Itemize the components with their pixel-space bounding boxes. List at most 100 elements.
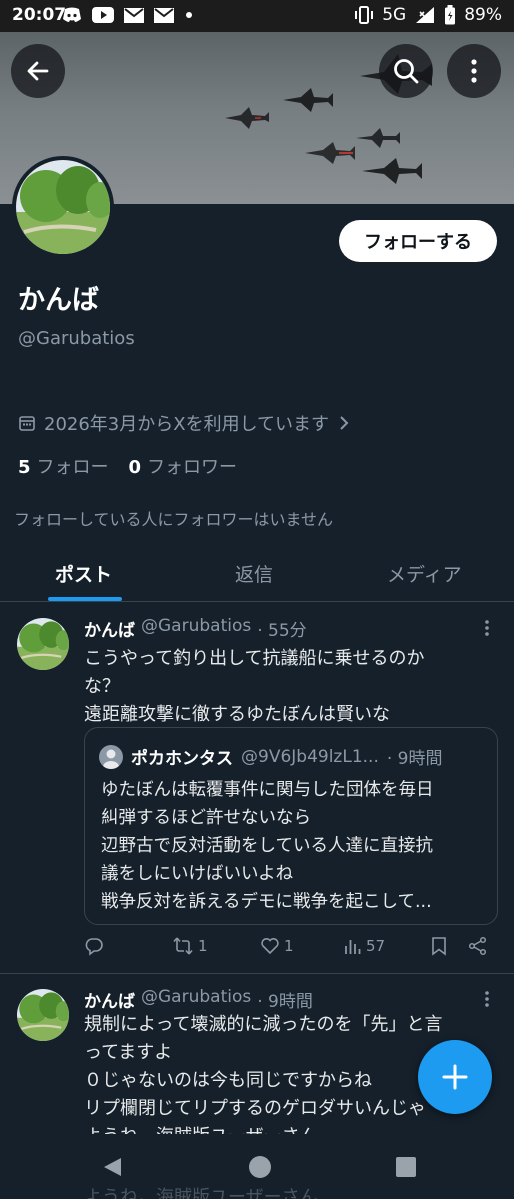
views-button[interactable]: 57 (344, 936, 385, 956)
nav-home-icon[interactable] (248, 1155, 272, 1179)
notification-icons (62, 7, 194, 23)
profile-tabs: ポスト 返信 メディア (0, 550, 514, 602)
repost-button[interactable]: 1 (172, 936, 208, 956)
search-button[interactable] (379, 44, 433, 98)
post-line: ようね。海賊版ユーザーさん (84, 1123, 443, 1134)
post-avatar[interactable] (17, 989, 69, 1041)
post-avatar[interactable] (17, 618, 69, 670)
jet-image (362, 158, 422, 184)
compose-post-button[interactable] (418, 1040, 492, 1114)
status-bar: 20:07 5G 89% (0, 0, 514, 32)
reply-icon (85, 938, 103, 956)
signal-icon (416, 7, 435, 23)
share-icon (468, 936, 487, 956)
more-options-button[interactable] (447, 44, 501, 98)
post-body: 規制によって壊滅的に減ったのを「先」と言 ってますよ ０じゃないのは今も同じです… (84, 1011, 443, 1134)
followers-link[interactable]: 0 フォロワー (129, 453, 238, 479)
post-line: こうやって釣り出して抗議船に乗せるのか (84, 648, 425, 669)
arrow-left-icon (27, 61, 49, 81)
followers-label: フォロワー (147, 457, 238, 478)
bookmark-icon (432, 937, 446, 956)
tab-posts[interactable]: ポスト (55, 560, 112, 587)
post-line: リプ欄閉じてリプするのゲロダサいんじゃ (84, 1098, 426, 1119)
quoted-post-header: ポカホンタス @9V6Jb49lzL1... · 9時間 (99, 744, 442, 769)
jet-image (305, 142, 355, 164)
dot-icon (186, 12, 192, 18)
followers-count: 0 (128, 457, 142, 478)
views-icon (345, 940, 361, 954)
post-header: かんば @Garubatios · 55分 (84, 616, 307, 641)
heart-icon (261, 938, 279, 955)
share-button[interactable] (468, 936, 488, 956)
back-button[interactable] (11, 44, 65, 98)
search-icon (394, 59, 419, 84)
reply-button[interactable] (84, 936, 104, 956)
repost-count: 1 (198, 937, 208, 955)
quoted-line: 議をしにいけばいいよね (101, 864, 294, 884)
post-author-handle[interactable]: @Garubatios (141, 987, 251, 1012)
post-header: かんば @Garubatios · 9時間 (84, 987, 313, 1012)
tab-replies[interactable]: 返信 (235, 560, 273, 587)
post-line: ってますよ (84, 1042, 173, 1063)
view-count: 57 (366, 937, 386, 955)
post-line: 規制によって壊滅的に減ったのを「先」と言 (84, 1014, 443, 1035)
calendar-icon (19, 416, 35, 431)
post-actions: 1 1 57 (84, 936, 498, 964)
post-more-icon[interactable] (483, 990, 491, 1008)
post-body: こうやって釣り出して抗議船に乗せるのか な？ 遠距離攻撃に徹するゆたぼんは賢いな (84, 645, 425, 729)
post-more-icon[interactable] (483, 619, 491, 637)
profile-avatar[interactable] (12, 156, 114, 258)
post-line: な？ (84, 676, 120, 697)
vibrate-icon (355, 6, 374, 24)
post-author-name[interactable]: かんば (84, 616, 135, 641)
park-image (16, 160, 110, 254)
mail-icon (124, 7, 144, 23)
joined-date-row[interactable]: 2026年3月からXを利用しています (18, 410, 351, 436)
repost-icon (173, 937, 193, 955)
no-common-followers-text: フォローしている人にフォロワーはいません (14, 510, 334, 529)
following-link[interactable]: 5 フォロー (18, 453, 109, 479)
tab-media[interactable]: メディア (387, 560, 462, 587)
post-divider (0, 973, 514, 974)
youtube-icon (92, 7, 114, 23)
quoted-line: ゆたぼんは転覆事件に関与した団体を毎日 (101, 780, 434, 800)
post-time: · 9時間 (257, 992, 313, 1012)
jet-image (356, 128, 400, 148)
quoted-avatar (99, 744, 123, 769)
follow-counts: 5 フォロー 0 フォロワー (18, 453, 237, 479)
nav-back-icon[interactable] (101, 1156, 123, 1178)
bookmark-button[interactable] (431, 936, 447, 956)
default-avatar-icon (103, 749, 119, 769)
quoted-line: 戦争反対を訴えるデモに戦争を起こして... (101, 892, 432, 912)
joined-text: 2026年3月からXを利用しています (44, 414, 330, 435)
like-button[interactable]: 1 (260, 936, 294, 956)
battery-icon (445, 5, 456, 25)
like-count: 1 (284, 937, 294, 955)
post-time: · 55分 (257, 621, 307, 641)
quoted-author-handle: @9V6Jb49lzL1... (241, 746, 379, 767)
scrolled-text-behind-nav: ようね。海賊版ユーザーさん (84, 1187, 318, 1199)
follow-button[interactable]: フォローする (339, 220, 497, 262)
quoted-line: 辺野古で反対活動をしている人達に直接抗 (101, 836, 433, 856)
nav-recents-icon[interactable] (396, 1157, 416, 1177)
quoted-post[interactable]: ポカホンタス @9V6Jb49lzL1... · 9時間 ゆたぼんは転覆事件に関… (84, 727, 498, 925)
park-image (17, 989, 69, 1041)
battery-level: 89% (464, 5, 502, 25)
quoted-post-body: ゆたぼんは転覆事件に関与した団体を毎日 糾弾するほど許せないなら 辺野古で反対活… (101, 776, 434, 916)
active-tab-indicator (48, 597, 122, 601)
profile-handle: @Garubatios (18, 328, 135, 349)
plus-icon (442, 1064, 468, 1090)
status-time: 20:07 (12, 5, 67, 25)
post-line: ０じゃないのは今も同じですからね (84, 1070, 372, 1091)
mail-icon (154, 7, 174, 23)
jet-image (225, 107, 269, 129)
quoted-author-name: ポカホンタス (131, 749, 233, 769)
park-image (17, 618, 69, 670)
post-line: 遠距離攻撃に徹するゆたぼんは賢いな (84, 704, 390, 725)
more-vertical-icon (471, 59, 477, 83)
post-author-handle[interactable]: @Garubatios (141, 616, 251, 641)
quoted-line: 糾弾するほど許せないなら (101, 808, 311, 828)
jet-image (283, 88, 333, 112)
post-author-name[interactable]: かんば (84, 987, 135, 1012)
following-label: フォロー (36, 457, 109, 478)
